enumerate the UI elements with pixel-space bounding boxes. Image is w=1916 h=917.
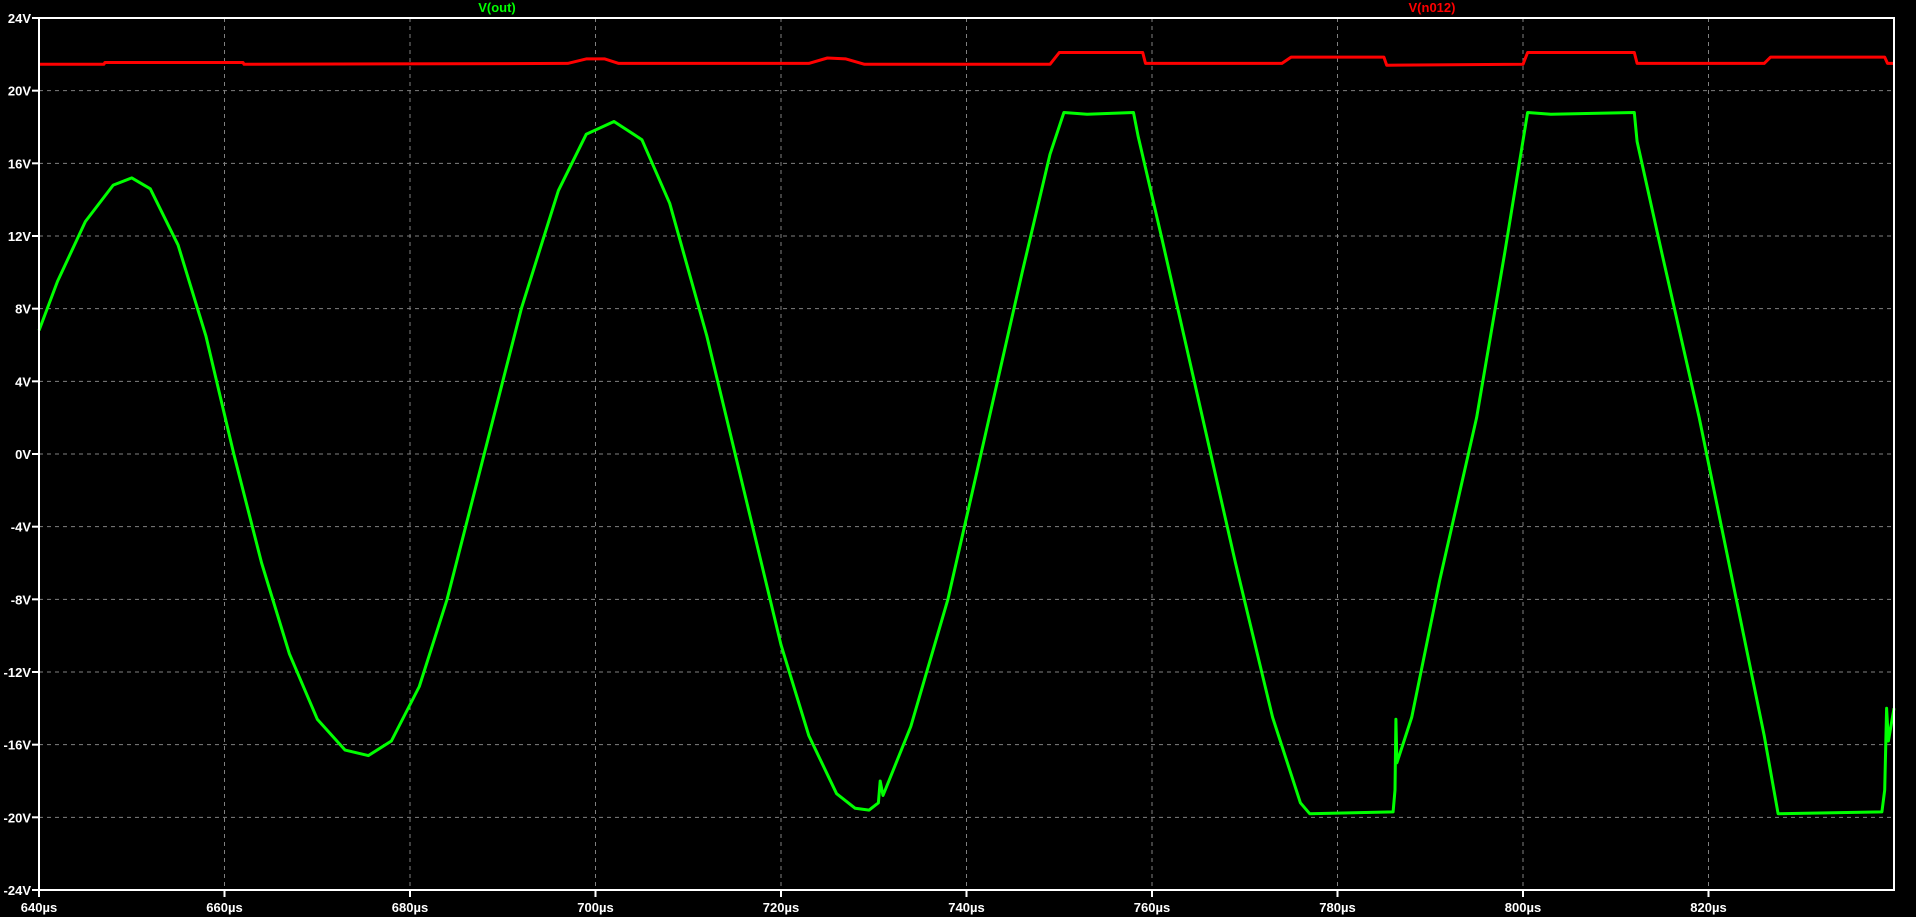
y-tick-label: 8V [15, 302, 31, 317]
y-tick-label: 0V [15, 447, 31, 462]
x-tick-label: 640µs [21, 900, 57, 915]
y-tick-label: -16V [4, 738, 32, 753]
x-axis: 640µs 660µs 680µs 700µs 720µs 740µs 760µs 780µs… [21, 890, 1727, 915]
y-tick-label: -24V [4, 883, 32, 898]
y-tick-label: 20V [8, 84, 31, 99]
legend-v-out[interactable]: V(out) [478, 0, 516, 15]
x-tick-label: 680µs [392, 900, 428, 915]
waveform-plot[interactable]: 24V 20V 16V 12V 8V 4V 0V -4V -8V -12V -16V -20V -24V… [0, 0, 1916, 917]
legend-v-n012[interactable]: V(n012) [1409, 0, 1456, 15]
y-axis: 24V 20V 16V 12V 8V 4V 0V -4V -8V -12V -16V -20V -24V [4, 11, 39, 898]
x-tick-label: 740µs [948, 900, 984, 915]
y-tick-label: -8V [11, 592, 32, 607]
y-tick-label: -20V [4, 810, 32, 825]
x-tick-label: 760µs [1134, 900, 1170, 915]
y-tick-label: 16V [8, 156, 31, 171]
grid [39, 18, 1894, 890]
x-tick-label: 660µs [206, 900, 242, 915]
y-tick-label: 24V [8, 11, 31, 26]
x-tick-label: 820µs [1690, 900, 1726, 915]
y-tick-label: -12V [4, 665, 32, 680]
y-tick-label: 12V [8, 229, 31, 244]
y-tick-label: -4V [11, 520, 32, 535]
x-tick-label: 800µs [1505, 900, 1541, 915]
x-tick-label: 780µs [1319, 900, 1355, 915]
x-tick-label: 700µs [577, 900, 613, 915]
y-tick-label: 4V [15, 374, 31, 389]
x-tick-label: 720µs [763, 900, 799, 915]
